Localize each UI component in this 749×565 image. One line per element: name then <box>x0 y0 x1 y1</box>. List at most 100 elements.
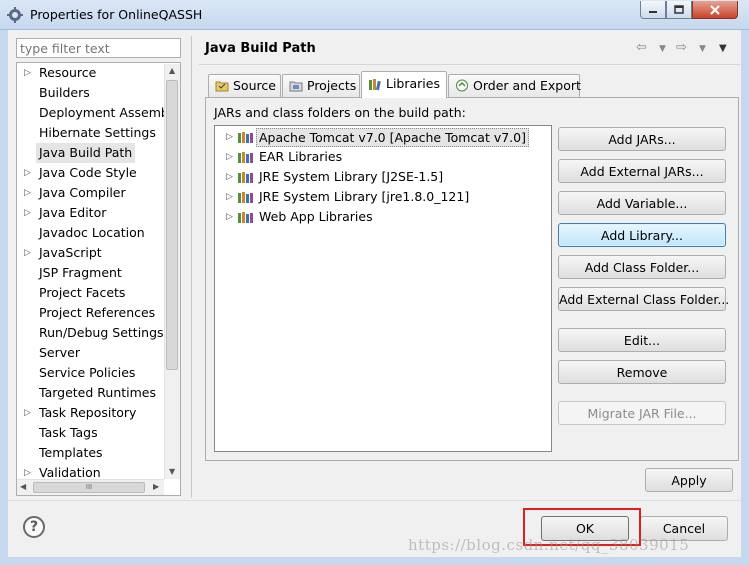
edit-button[interactable]: Edit... <box>558 328 726 352</box>
tab-libraries[interactable]: Libraries <box>361 71 447 98</box>
list-label: JARs and class folders on the build path… <box>214 105 466 120</box>
library-item-label: JRE System Library [jre1.8.0_121] <box>259 189 470 204</box>
add-jars-button[interactable]: Add JARs... <box>558 127 726 151</box>
tree-item[interactable]: Javadoc Location <box>17 223 165 243</box>
expand-arrow-icon[interactable]: ▷ <box>226 127 233 147</box>
watermark: https://blog.csdn.net/qq_38039015 <box>408 536 690 554</box>
tree-item-label: Java Build Path <box>36 143 136 163</box>
expand-arrow-icon[interactable]: ▷ <box>24 163 31 183</box>
library-item[interactable]: ▷ JRE System Library [J2SE-1.5] <box>215 167 545 187</box>
migrate-jar-button[interactable]: Migrate JAR File... <box>558 401 726 425</box>
library-item-label: Web App Libraries <box>259 209 373 224</box>
tree-item[interactable]: JSP Fragment <box>17 263 165 283</box>
scroll-up-icon[interactable]: ▲ <box>169 66 175 75</box>
expand-arrow-icon[interactable]: ▷ <box>24 203 31 223</box>
add-external-jars-button[interactable]: Add External JARs... <box>558 159 726 183</box>
minimize-icon <box>649 10 657 13</box>
help-icon[interactable]: ? <box>23 516 45 538</box>
apply-button[interactable]: Apply <box>645 468 733 492</box>
tree-item-label: Hibernate Settings <box>39 125 156 140</box>
tree-item-label: Javadoc Location <box>39 225 145 240</box>
tree-item[interactable]: ▷ Task Repository <box>17 403 165 423</box>
tree-item-label: JavaScript <box>39 245 102 260</box>
tree-item[interactable]: Service Policies <box>17 363 165 383</box>
tree-item[interactable]: Task Tags <box>17 423 165 443</box>
tab-label: Source <box>233 78 276 93</box>
library-item[interactable]: ▷ EAR Libraries <box>215 147 545 167</box>
library-item-label: EAR Libraries <box>259 149 343 164</box>
minimize-button[interactable] <box>640 1 666 19</box>
expand-arrow-icon[interactable]: ▷ <box>226 207 233 227</box>
library-item[interactable]: ▷ Apache Tomcat v7.0 [Apache Tomcat v7.0] <box>215 127 545 147</box>
tree-item-label: Deployment Assembly <box>39 105 180 120</box>
tree-item-label: Project References <box>39 305 156 320</box>
library-icon <box>238 132 253 143</box>
tree-item[interactable]: Java Build Path <box>17 143 165 163</box>
tree-item[interactable]: ▷ Java Compiler <box>17 183 165 203</box>
tree-item-label: Task Repository <box>39 405 137 420</box>
tab-projects[interactable]: Projects <box>282 74 360 97</box>
tree-item-label: Targeted Runtimes <box>39 385 156 400</box>
tree-item-label: Java Editor <box>39 205 107 220</box>
scroll-right-icon[interactable]: ▶ <box>153 482 159 491</box>
property-page-tree[interactable]: ▷ Resource Builders Deployment Assembly Hibe… <box>16 62 181 496</box>
tree-item[interactable]: ▷ JavaScript <box>17 243 165 263</box>
tab-label: Order and Export <box>473 78 581 93</box>
library-list[interactable]: ▷ Apache Tomcat v7.0 [Apache Tomcat v7.0]… <box>214 125 552 452</box>
source-folder-icon <box>215 81 229 92</box>
tree-item[interactable]: Templates <box>17 443 165 463</box>
tree-item[interactable]: ▷ Java Code Style <box>17 163 165 183</box>
remove-button[interactable]: Remove <box>558 360 726 384</box>
tree-vertical-scroll-thumb[interactable] <box>166 80 178 370</box>
tab-source[interactable]: Source <box>208 74 281 97</box>
title-bar[interactable]: Properties for OnlineQASSH <box>0 0 749 30</box>
expand-arrow-icon[interactable]: ▷ <box>226 167 233 187</box>
tree-item[interactable]: Server <box>17 343 165 363</box>
dropdown-icon[interactable]: ▼ <box>659 44 666 54</box>
tree-item[interactable]: Builders <box>17 83 165 103</box>
dropdown-icon[interactable]: ▼ <box>699 44 706 54</box>
add-library-button[interactable]: Add Library... <box>558 223 726 247</box>
tree-item-label: Templates <box>39 445 103 460</box>
libraries-icon <box>369 79 381 91</box>
filter-input[interactable] <box>16 38 181 58</box>
tree-item-label: JSP Fragment <box>39 265 122 280</box>
close-button[interactable] <box>692 1 738 19</box>
page-title: Java Build Path <box>205 41 316 56</box>
tab-label: Projects <box>307 78 357 93</box>
window-frame-left <box>0 30 8 565</box>
tree-item[interactable]: ▷ Resource <box>17 63 165 83</box>
tree-item[interactable]: Project Facets <box>17 283 165 303</box>
expand-arrow-icon[interactable]: ▷ <box>24 63 31 83</box>
tree-item[interactable]: ▷ Java Editor <box>17 203 165 223</box>
expand-arrow-icon[interactable]: ▷ <box>226 187 233 207</box>
tab-order-and-export[interactable]: Order and Export <box>448 74 581 97</box>
add-class-folder-button[interactable]: Add Class Folder... <box>558 255 726 279</box>
library-item[interactable]: ▷ Web App Libraries <box>215 207 545 227</box>
tree-item-label: Task Tags <box>39 425 98 440</box>
forward-arrow-icon[interactable]: ⇨ <box>676 40 687 55</box>
scroll-down-icon[interactable]: ▼ <box>169 467 175 476</box>
menu-dropdown-icon[interactable]: ▼ <box>719 43 727 54</box>
tree-item[interactable]: Hibernate Settings <box>17 123 165 143</box>
tree-horizontal-scroll-thumb[interactable]: III <box>33 482 145 493</box>
footer-separator <box>8 500 741 501</box>
library-icon <box>238 172 253 183</box>
pane-sash[interactable] <box>191 36 192 498</box>
library-item[interactable]: ▷ JRE System Library [jre1.8.0_121] <box>215 187 545 207</box>
scroll-left-icon[interactable]: ◀ <box>20 482 26 491</box>
tree-item[interactable]: Deployment Assembly <box>17 103 180 123</box>
maximize-button[interactable] <box>666 1 692 19</box>
expand-arrow-icon[interactable]: ▷ <box>24 403 31 423</box>
expand-arrow-icon[interactable]: ▷ <box>226 147 233 167</box>
add-external-class-folder-button[interactable]: Add External Class Folder... <box>558 287 729 311</box>
back-arrow-icon[interactable]: ⇦ <box>636 40 647 55</box>
add-variable-button[interactable]: Add Variable... <box>558 191 726 215</box>
close-icon <box>710 4 720 15</box>
tree-item[interactable]: Project References <box>17 303 165 323</box>
tree-item[interactable]: Run/Debug Settings <box>17 323 165 343</box>
tree-item[interactable]: Targeted Runtimes <box>17 383 165 403</box>
expand-arrow-icon[interactable]: ▷ <box>24 183 31 203</box>
expand-arrow-icon[interactable]: ▷ <box>24 243 31 263</box>
window-title: Properties for OnlineQASSH <box>30 7 203 22</box>
